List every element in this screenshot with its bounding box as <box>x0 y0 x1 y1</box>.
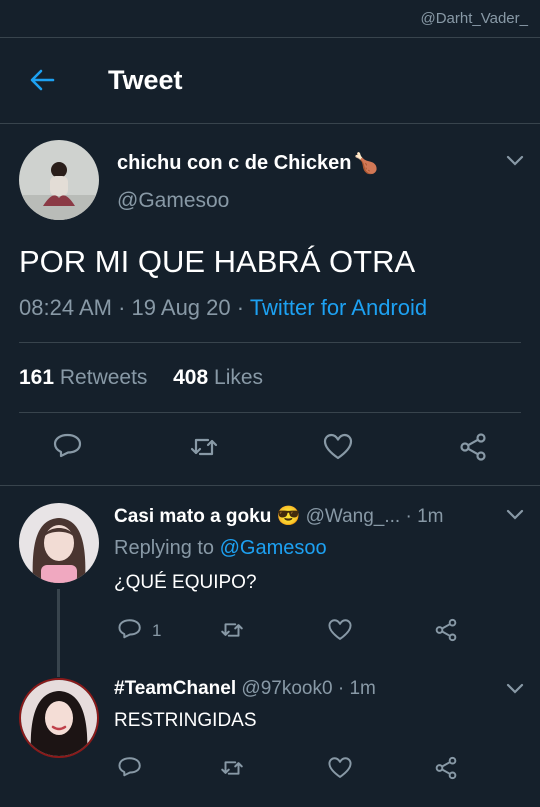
retweet-icon[interactable] <box>219 617 245 643</box>
retweet-icon[interactable] <box>219 755 245 781</box>
reply-text: RESTRINGIDAS <box>114 710 257 731</box>
tweet-author-name[interactable]: chichu con c de Chicken 🍗 <box>117 151 378 176</box>
replying-to-handle[interactable]: @Gamesoo <box>220 537 327 559</box>
reply-icon[interactable] <box>117 755 143 781</box>
tweet-author-handle[interactable]: @Gamesoo <box>117 189 229 213</box>
like-icon[interactable] <box>327 755 353 781</box>
likes-count: 408 <box>173 366 209 389</box>
retweets-label: Retweets <box>59 366 148 389</box>
share-icon[interactable] <box>433 755 459 781</box>
reply-time: 1m <box>349 678 376 699</box>
reply-count: 1 <box>152 621 162 640</box>
reply-icon[interactable] <box>117 617 143 643</box>
reply-author-handle[interactable]: @97kook0 <box>241 678 332 699</box>
tweet-meta: 08:24 AM · 19 Aug 20 · Twitter for Andro… <box>19 295 428 320</box>
reply-header: #TeamChanel @97kook0 · 1m <box>114 678 376 699</box>
tweet-time: 08:24 AM <box>19 295 112 320</box>
avatar[interactable] <box>19 140 99 220</box>
chevron-down-icon[interactable] <box>506 155 524 167</box>
reply-header: Casi mato a goku 😎 @Wang_... · 1m <box>114 506 444 527</box>
retweet-icon[interactable] <box>188 431 220 463</box>
tweet-stats: 161 Retweets 408 Likes <box>19 366 263 390</box>
page-title: Tweet <box>108 65 183 95</box>
likes-stat[interactable]: 408 Likes <box>173 366 263 389</box>
share-icon[interactable] <box>457 431 489 463</box>
reply-author-name[interactable]: #TeamChanel <box>114 678 236 699</box>
drumstick-emoji-icon: 🍗 <box>353 153 379 175</box>
tweet-actions <box>0 431 540 471</box>
chevron-down-icon[interactable] <box>506 683 524 695</box>
back-arrow-icon[interactable] <box>28 66 56 94</box>
replying-label: Replying to <box>114 537 215 559</box>
like-icon[interactable] <box>322 431 354 463</box>
like-icon[interactable] <box>327 617 353 643</box>
avatar[interactable] <box>19 678 99 758</box>
chevron-down-icon[interactable] <box>506 509 524 521</box>
reply-author-name[interactable]: Casi mato a goku <box>114 506 271 527</box>
avatar[interactable] <box>19 503 99 583</box>
divider <box>19 342 521 343</box>
reply-author-handle[interactable]: @Wang_... <box>306 506 401 527</box>
header: Tweet <box>0 38 540 124</box>
share-icon[interactable] <box>433 617 459 643</box>
tweet-text: POR MI QUE HABRÁ OTRA <box>19 244 416 279</box>
watermark: @Darht_Vader_ <box>420 10 528 27</box>
reply-icon[interactable] <box>52 431 84 463</box>
tweet-source-link[interactable]: Twitter for Android <box>250 295 427 320</box>
retweets-stat[interactable]: 161 Retweets <box>19 366 147 389</box>
retweets-count: 161 <box>19 366 55 389</box>
replying-to: Replying to @Gamesoo <box>114 537 327 560</box>
divider <box>0 485 540 486</box>
sunglasses-emoji-icon: 😎 <box>276 506 301 527</box>
reply-time: 1m <box>417 506 444 527</box>
author-name-text: chichu con c de Chicken <box>117 152 352 174</box>
thread-connector <box>57 589 60 677</box>
divider <box>19 412 521 413</box>
tweet-date: 19 Aug 20 <box>131 295 231 320</box>
reply-text: ¿QUÉ EQUIPO? <box>114 572 257 593</box>
likes-label: Likes <box>214 366 264 389</box>
